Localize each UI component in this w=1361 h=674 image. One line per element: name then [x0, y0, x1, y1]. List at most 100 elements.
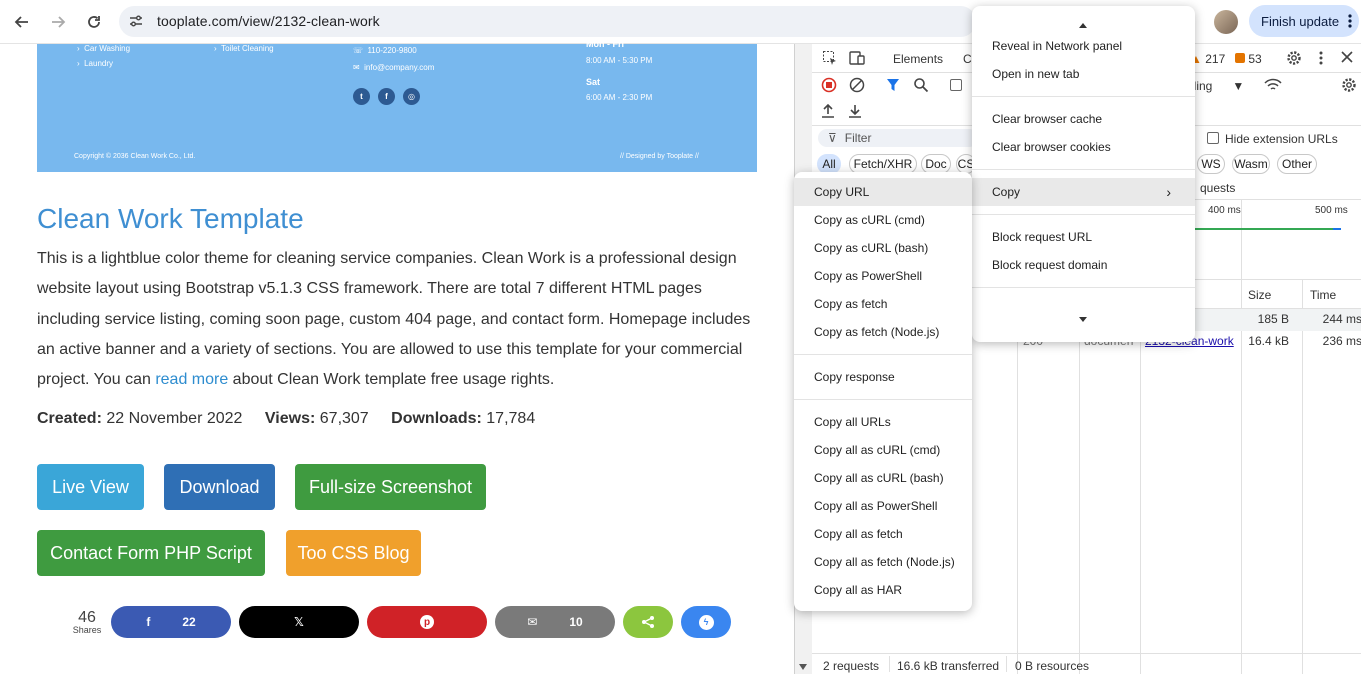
menu-copy-fetch-node[interactable]: Copy as fetch (Node.js): [794, 318, 972, 346]
email-share-button[interactable]: ✉ 10: [495, 606, 615, 638]
throttling-select[interactable]: ttling ▼: [1187, 79, 1244, 93]
blog-button[interactable]: Too CSS Blog: [286, 530, 421, 576]
fullsize-screenshot-button[interactable]: Full-size Screenshot: [295, 464, 486, 510]
banner-email: ✉ info@company.com: [353, 63, 435, 72]
tab-console-partial[interactable]: C: [963, 52, 972, 66]
address-bar[interactable]: tooplate.com/view/2132-clean-work: [119, 6, 976, 37]
twitter-icon[interactable]: t: [353, 88, 370, 105]
search-icon[interactable]: [913, 77, 929, 96]
filter-input[interactable]: ⊽ Filter: [818, 129, 978, 147]
chip-doc[interactable]: Doc: [921, 154, 951, 174]
instagram-icon[interactable]: ◎: [403, 88, 420, 105]
x-share-button[interactable]: 𝕏: [239, 606, 359, 638]
facebook-icon[interactable]: f: [378, 88, 395, 105]
pinterest-share-button[interactable]: p: [367, 606, 487, 638]
banner-sat-label: Sat: [586, 77, 601, 87]
close-devtools-icon[interactable]: [1340, 50, 1354, 67]
menu-open-new-tab[interactable]: Open in new tab: [972, 60, 1195, 88]
chip-wasm[interactable]: Wasm: [1232, 154, 1270, 174]
settings-gear-icon[interactable]: [1286, 50, 1302, 69]
filter-icon: ⊽: [828, 131, 837, 145]
column-time[interactable]: Time: [1310, 288, 1336, 302]
menu-copy-all-curl-bash[interactable]: Copy all as cURL (bash): [794, 464, 972, 492]
tab-elements[interactable]: Elements: [893, 52, 943, 66]
menu-copy-fetch[interactable]: Copy as fetch: [794, 290, 972, 318]
chip-ws[interactable]: WS: [1197, 154, 1225, 174]
menu-copy-curl-cmd[interactable]: Copy as cURL (cmd): [794, 206, 972, 234]
download-button[interactable]: Download: [164, 464, 275, 510]
menu-copy-powershell[interactable]: Copy as PowerShell: [794, 262, 972, 290]
chip-fetch-xhr[interactable]: Fetch/XHR: [849, 154, 917, 174]
filter-funnel-icon[interactable]: [886, 77, 900, 96]
import-har-icon[interactable]: [821, 103, 835, 122]
scroll-up-icon[interactable]: [1079, 23, 1087, 28]
export-har-icon[interactable]: [848, 103, 862, 122]
preserve-log-checkbox[interactable]: [950, 79, 962, 91]
pinterest-icon: p: [420, 615, 434, 629]
menu-copy-all-har[interactable]: Copy all as HAR: [794, 576, 972, 604]
scroll-down-icon: [799, 664, 807, 670]
menu-copy-curl-bash[interactable]: Copy as cURL (bash): [794, 234, 972, 262]
network-settings-gear-icon[interactable]: [1341, 77, 1357, 96]
banner-copyright: Copyright © 2036 Clean Work Co., Ltd.: [74, 153, 196, 160]
views-label: Views:: [264, 410, 316, 427]
generic-share-button[interactable]: [623, 606, 673, 638]
requests-partial-label: quests: [1200, 181, 1236, 195]
menu-copy-url[interactable]: Copy URL: [794, 178, 972, 206]
menu-copy-all-powershell[interactable]: Copy all as PowerShell: [794, 492, 972, 520]
finish-update-button[interactable]: Finish update: [1249, 5, 1359, 37]
read-more-link[interactable]: read more: [155, 371, 228, 388]
scroll-down-icon[interactable]: [1079, 317, 1087, 322]
timeline-bar-end: [1333, 228, 1341, 230]
banner-phone: ☏ 110-220-9800: [353, 46, 417, 55]
messenger-icon: ϟ: [698, 614, 714, 630]
site-settings-icon[interactable]: [128, 13, 144, 34]
facebook-share-button[interactable]: f 22: [111, 606, 231, 638]
inspect-element-icon[interactable]: [822, 50, 838, 69]
banner-designed-by: // Designed by Tooplate //: [620, 153, 699, 160]
menu-reveal-network[interactable]: Reveal in Network panel: [972, 32, 1195, 60]
menu-copy-response[interactable]: Copy response: [794, 363, 972, 391]
menu-block-domain[interactable]: Block request domain: [972, 251, 1195, 279]
banner-service-2: › Laundry: [77, 59, 114, 68]
hide-extension-checkbox[interactable]: [1207, 132, 1219, 144]
copy-submenu: Copy URL Copy as cURL (cmd) Copy as cURL…: [794, 172, 972, 611]
device-toolbar-icon[interactable]: [849, 50, 865, 69]
network-conditions-icon[interactable]: [1264, 77, 1282, 96]
menu-copy[interactable]: Copy ›: [972, 178, 1195, 206]
facebook-icon: f: [146, 615, 151, 629]
menu-block-url[interactable]: Block request URL: [972, 223, 1195, 251]
contact-form-button[interactable]: Contact Form PHP Script: [37, 530, 265, 576]
menu-copy-all-fetch-node[interactable]: Copy all as fetch (Node.js): [794, 548, 972, 576]
issues-badge[interactable]: 53: [1235, 52, 1262, 66]
hide-extension-label: Hide extension URLs: [1225, 132, 1338, 146]
template-preview-banner: › Car Washing › Laundry › Toilet Cleanin…: [37, 39, 757, 172]
row1-size: 185 B: [1257, 312, 1289, 326]
profile-avatar[interactable]: [1214, 10, 1238, 34]
chip-other[interactable]: Other: [1277, 154, 1317, 174]
live-view-button[interactable]: Live View: [37, 464, 144, 510]
menu-copy-all-fetch[interactable]: Copy all as fetch: [794, 520, 972, 548]
forward-button[interactable]: [46, 10, 70, 34]
menu-copy-all-curl-cmd[interactable]: Copy all as cURL (cmd): [794, 436, 972, 464]
chip-all[interactable]: All: [817, 154, 841, 174]
warnings-badge[interactable]: ▲ 217: [1190, 52, 1225, 66]
back-button[interactable]: [10, 10, 34, 34]
status-transferred: 16.6 kB transferred: [897, 659, 1000, 673]
share-count: 46: [78, 609, 96, 626]
row2-time: 236 ms: [1322, 334, 1361, 348]
banner-service-1: › Car Washing: [77, 44, 131, 53]
devtools-more-icon[interactable]: [1319, 50, 1323, 69]
more-vert-icon: [1348, 14, 1352, 28]
menu-clear-cache[interactable]: Clear browser cache: [972, 105, 1195, 133]
reload-button[interactable]: [82, 10, 106, 34]
column-size[interactable]: Size: [1248, 288, 1271, 302]
issue-icon: [1235, 53, 1245, 63]
clear-icon[interactable]: [849, 77, 865, 96]
stop-recording-icon[interactable]: [821, 77, 837, 96]
menu-copy-all-urls[interactable]: Copy all URLs: [794, 408, 972, 436]
menu-clear-cookies[interactable]: Clear browser cookies: [972, 133, 1195, 161]
messenger-share-button[interactable]: ϟ: [681, 606, 731, 638]
created-value: 22 November 2022: [106, 410, 243, 427]
reload-icon: [88, 16, 100, 28]
